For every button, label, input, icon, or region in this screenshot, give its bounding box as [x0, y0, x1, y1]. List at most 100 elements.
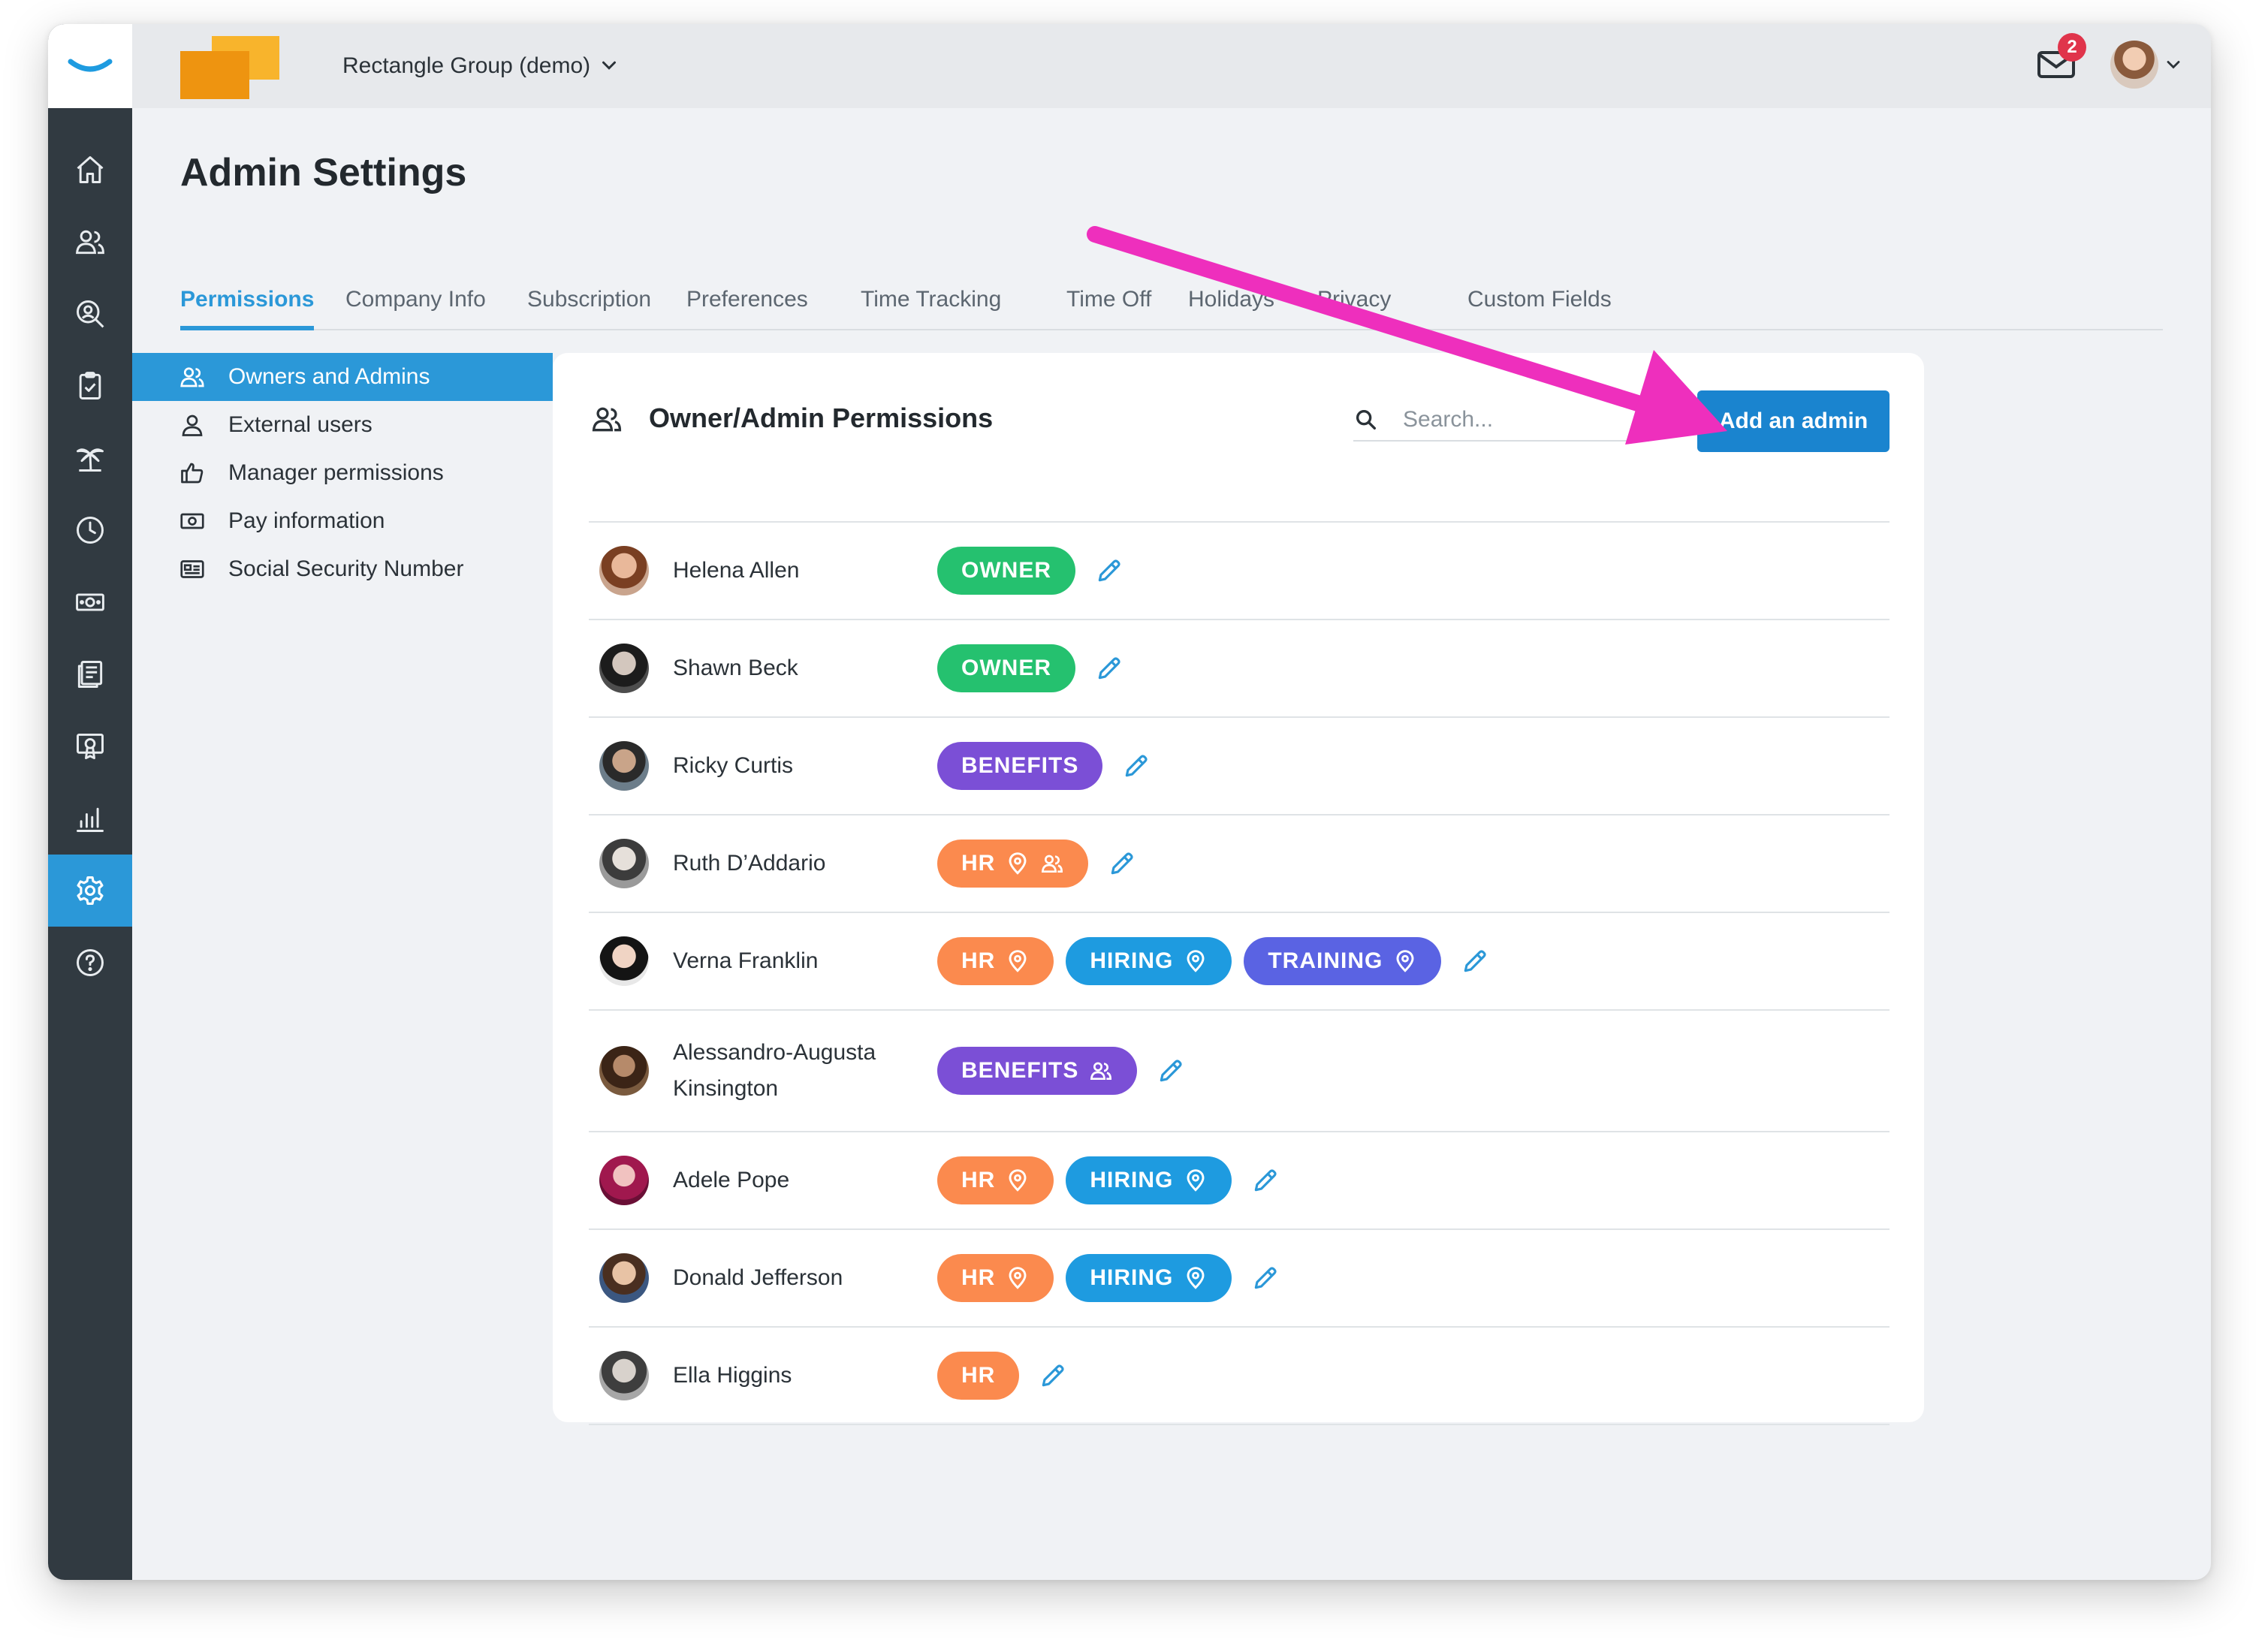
user-avatar[interactable]: [2110, 41, 2158, 89]
card-title: Owner/Admin Permissions: [649, 402, 994, 433]
role-badge: BENEFITS: [937, 1047, 1138, 1095]
role-badges: HR: [937, 1352, 1067, 1400]
training-award-icon[interactable]: [48, 710, 132, 782]
role-badges: HR HIRING TRAINING: [937, 937, 1489, 985]
money-icon[interactable]: [48, 566, 132, 638]
location-pin-icon: [1006, 1266, 1030, 1290]
role-badge: HIRING: [1066, 1254, 1232, 1302]
people-icon[interactable]: [48, 206, 132, 278]
thumbs-up-icon: [181, 463, 204, 484]
role-badge: HR: [937, 1352, 1020, 1400]
submenu-owners-and-admins[interactable]: Owners and Admins: [132, 353, 553, 401]
tab-subscription[interactable]: Subscription: [527, 287, 651, 329]
submenu-label: Pay information: [228, 508, 385, 533]
table-row: Adele Pope HR HIRING: [589, 1132, 1890, 1230]
edit-pencil-icon[interactable]: [1087, 556, 1123, 585]
edit-pencil-icon[interactable]: [1244, 1264, 1280, 1292]
avatar: [599, 644, 649, 693]
home-icon[interactable]: [48, 134, 132, 206]
avatar: [599, 741, 649, 791]
edit-pencil-icon[interactable]: [1087, 654, 1123, 683]
location-pin-icon: [1393, 949, 1417, 973]
admin-name[interactable]: Ricky Curtis: [673, 748, 793, 784]
admin-name[interactable]: Helena Allen: [673, 553, 799, 589]
role-badge-label: HIRING: [1090, 1168, 1174, 1192]
clipboard-check-icon[interactable]: [48, 350, 132, 422]
smile-logo-icon: [68, 59, 113, 72]
tab-privacy[interactable]: Privacy: [1317, 287, 1391, 329]
settings-gear-icon[interactable]: [48, 855, 132, 927]
top-bar: Rectangle Group (demo) 2: [132, 24, 2211, 108]
search-icon: [1356, 409, 1377, 430]
admin-name[interactable]: Shawn Beck: [673, 650, 798, 686]
role-badge-label: HIRING: [1090, 1265, 1174, 1290]
edit-pencil-icon[interactable]: [1244, 1166, 1280, 1195]
notification-badge: 2: [2058, 33, 2086, 62]
edit-pencil-icon[interactable]: [1149, 1057, 1185, 1085]
role-badge: HR: [937, 840, 1089, 888]
sidebar-nav: [48, 24, 132, 1580]
bar-chart-icon[interactable]: [48, 782, 132, 855]
role-badge-label: HR: [961, 948, 996, 973]
tab-time-tracking[interactable]: Time Tracking: [861, 287, 1001, 329]
role-badges: HR: [937, 840, 1136, 888]
role-badge: HR: [937, 1254, 1054, 1302]
edit-pencil-icon[interactable]: [1114, 752, 1151, 780]
users-icon: [1040, 852, 1064, 876]
role-badge: OWNER: [937, 644, 1075, 692]
settings-tabs: Permissions Company Info Subscription Pr…: [180, 281, 2163, 330]
role-badge: HIRING: [1066, 1156, 1232, 1204]
avatar: [599, 1046, 649, 1096]
submenu-label: External users: [228, 412, 372, 437]
role-badge-label: BENEFITS: [961, 753, 1079, 778]
role-badges: BENEFITS: [937, 1047, 1185, 1095]
tab-holidays[interactable]: Holidays: [1188, 287, 1274, 329]
tab-company-info[interactable]: Company Info: [345, 287, 486, 329]
role-badge: HIRING: [1066, 937, 1232, 985]
role-badge-label: HR: [961, 1168, 996, 1192]
role-badge-label: HR: [961, 851, 996, 876]
company-logo: [180, 36, 279, 99]
app-logo[interactable]: [48, 24, 132, 108]
role-badge: HR: [937, 937, 1054, 985]
role-badge-label: TRAINING: [1268, 948, 1383, 973]
location-pin-icon: [1184, 1168, 1208, 1192]
admin-name[interactable]: Ella Higgins: [673, 1358, 792, 1394]
tab-custom-fields[interactable]: Custom Fields: [1467, 287, 1612, 329]
chevron-down-icon[interactable]: [2163, 54, 2184, 75]
admin-name[interactable]: Ruth D’Addario: [673, 846, 825, 882]
tab-time-off[interactable]: Time Off: [1066, 287, 1151, 329]
tab-permissions[interactable]: Permissions: [180, 287, 315, 330]
admin-name[interactable]: Donald Jefferson: [673, 1260, 843, 1296]
edit-pencil-icon[interactable]: [1453, 947, 1489, 975]
admin-name[interactable]: Verna Franklin: [673, 943, 818, 979]
role-badges: OWNER: [937, 644, 1123, 692]
tab-preferences[interactable]: Preferences: [686, 287, 808, 329]
submenu-external-users[interactable]: External users: [132, 401, 553, 449]
location-pin-icon: [1006, 852, 1030, 876]
submenu-label: Social Security Number: [228, 556, 464, 581]
users-icon: [180, 367, 204, 387]
table-row: Shawn Beck OWNER: [589, 620, 1890, 718]
documents-icon[interactable]: [48, 638, 132, 710]
chevron-down-icon[interactable]: [598, 54, 620, 77]
add-admin-button[interactable]: Add an admin: [1697, 390, 1890, 452]
avatar: [599, 546, 649, 595]
edit-pencil-icon[interactable]: [1031, 1361, 1067, 1390]
company-switcher[interactable]: Rectangle Group (demo): [342, 51, 590, 81]
palm-tree-icon[interactable]: [48, 422, 132, 494]
avatar: [599, 1253, 649, 1303]
people-search-icon[interactable]: [48, 278, 132, 350]
search-input[interactable]: [1401, 402, 1645, 437]
edit-pencil-icon[interactable]: [1100, 849, 1136, 878]
help-icon[interactable]: [48, 927, 132, 999]
location-pin-icon: [1184, 1266, 1208, 1290]
submenu-manager-permissions[interactable]: Manager permissions: [132, 449, 553, 497]
permissions-card: Owner/Admin Permissions Add an admin Hel…: [553, 353, 1924, 1425]
role-badge: HR: [937, 1156, 1054, 1204]
clock-icon[interactable]: [48, 494, 132, 566]
admin-name[interactable]: Alessandro-Augusta Kinsington: [673, 1035, 876, 1107]
submenu-pay-information[interactable]: Pay information: [132, 497, 553, 545]
submenu-social-security-number[interactable]: Social Security Number: [132, 545, 553, 593]
admin-name[interactable]: Adele Pope: [673, 1162, 789, 1198]
